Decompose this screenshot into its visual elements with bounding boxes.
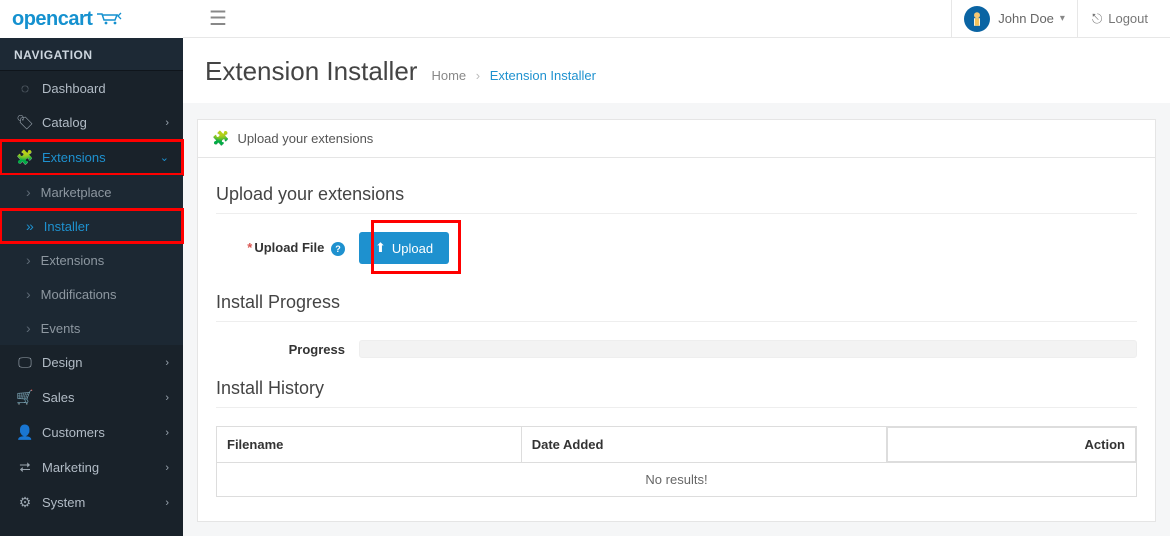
chevron-right-icon: › xyxy=(165,497,169,509)
upload-button[interactable]: ⬆ Upload xyxy=(359,232,449,264)
share-icon: ⮂ xyxy=(14,459,36,476)
section-upload-title: Upload your extensions xyxy=(216,184,1137,214)
help-icon[interactable]: ? xyxy=(331,242,345,256)
sidebar-item-design[interactable]: 🖵Design› xyxy=(0,345,183,380)
puzzle-icon: 🧩 xyxy=(212,130,229,147)
caret-down-icon: ▾ xyxy=(1060,13,1065,24)
upload-icon: ⬆ xyxy=(375,240,386,256)
page-header: Extension Installer Home › Extension Ins… xyxy=(183,38,1170,103)
sidebar-sub-marketplace[interactable]: Marketplace xyxy=(0,175,183,209)
avatar xyxy=(964,6,990,32)
cart-icon: 🛒 xyxy=(14,389,36,406)
col-action: Action xyxy=(887,427,1136,462)
tag-icon: 🏷 xyxy=(14,114,36,131)
sidebar-item-extensions[interactable]: 🧩Extensions⌄ xyxy=(0,140,183,175)
sidebar-sub-extensions: Marketplace Installer Extensions Modific… xyxy=(0,175,183,345)
brand-logo[interactable]: opencart xyxy=(0,0,183,38)
upload-row: *Upload File ? ⬆ Upload xyxy=(216,232,1137,264)
page-title: Extension Installer xyxy=(205,56,417,87)
progress-label: Progress xyxy=(216,342,359,357)
chevron-right-icon: › xyxy=(165,392,169,404)
chevron-right-icon: › xyxy=(165,357,169,369)
logout-link[interactable]: ⎋ Logout xyxy=(1077,0,1162,38)
sidebar: opencart NAVIGATION ◌Dashboard 🏷Catalog›… xyxy=(0,0,183,536)
user-name: John Doe xyxy=(998,11,1054,26)
gear-icon: ⚙ xyxy=(14,494,36,511)
sidebar-item-customers[interactable]: 👤Customers› xyxy=(0,415,183,450)
progress-row: Progress xyxy=(216,340,1137,358)
sidebar-item-marketing[interactable]: ⮂Marketing› xyxy=(0,450,183,485)
sidebar-sub-modifications[interactable]: Modifications xyxy=(0,277,183,311)
col-filename[interactable]: Filename xyxy=(217,427,522,463)
breadcrumb-current[interactable]: Extension Installer xyxy=(490,68,596,83)
breadcrumb: Home › Extension Installer xyxy=(431,68,596,83)
sidebar-item-sales[interactable]: 🛒Sales› xyxy=(0,380,183,415)
chevron-right-icon: › xyxy=(165,462,169,474)
progress-bar xyxy=(359,340,1137,358)
panel-header: 🧩 Upload your extensions xyxy=(198,120,1155,158)
upload-label: *Upload File ? xyxy=(216,240,359,256)
sidebar-item-system[interactable]: ⚙System› xyxy=(0,485,183,520)
history-table: Filename Date Added Action No results! xyxy=(216,426,1137,497)
table-empty: No results! xyxy=(217,463,1137,497)
monitor-icon: 🖵 xyxy=(14,354,36,371)
sidebar-item-catalog[interactable]: 🏷Catalog› xyxy=(0,105,183,140)
breadcrumb-home[interactable]: Home xyxy=(431,68,466,83)
chevron-down-icon: ⌄ xyxy=(160,151,169,164)
section-history-title: Install History xyxy=(216,378,1137,408)
sidebar-item-dashboard[interactable]: ◌Dashboard xyxy=(0,71,183,105)
sidebar-sub-installer[interactable]: Installer xyxy=(0,209,183,243)
puzzle-icon: 🧩 xyxy=(14,149,36,166)
panel: 🧩 Upload your extensions Upload your ext… xyxy=(197,119,1156,522)
menu-toggle-button[interactable]: ☰ xyxy=(201,2,235,35)
sidebar-sub-events[interactable]: Events xyxy=(0,311,183,345)
nav-header: NAVIGATION xyxy=(0,38,183,71)
topbar: ☰ John Doe ▾ ⎋ Logout xyxy=(183,0,1170,38)
logout-icon: ⎋ xyxy=(1092,11,1102,27)
section-progress-title: Install Progress xyxy=(216,292,1137,322)
sidebar-nav: ◌Dashboard 🏷Catalog› 🧩Extensions⌄ Market… xyxy=(0,71,183,520)
user-icon: 👤 xyxy=(14,424,36,441)
chevron-right-icon: › xyxy=(165,117,169,129)
user-menu[interactable]: John Doe ▾ xyxy=(951,0,1077,38)
dashboard-icon: ◌ xyxy=(14,80,36,96)
cart-icon xyxy=(96,12,124,26)
col-dateadded[interactable]: Date Added xyxy=(521,427,886,463)
sidebar-sub-extensions[interactable]: Extensions xyxy=(0,243,183,277)
brand-name: opencart xyxy=(12,8,92,31)
chevron-right-icon: › xyxy=(165,427,169,439)
